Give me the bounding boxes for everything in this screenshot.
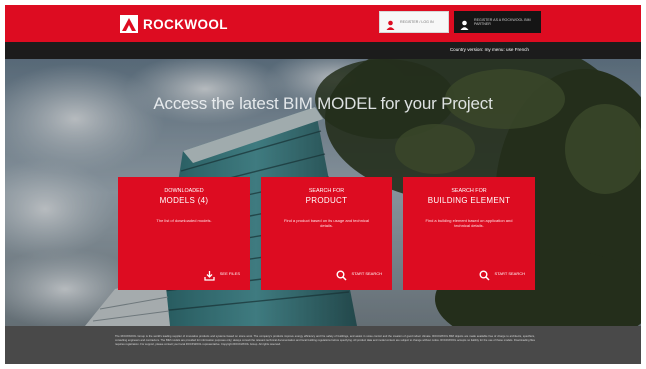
card-kicker: SEARCH FOR bbox=[308, 188, 345, 194]
start-search-product-link[interactable]: START SEARCH bbox=[336, 268, 382, 281]
user-icon bbox=[386, 17, 395, 30]
card-title: BUILDING ELEMENT bbox=[427, 196, 511, 205]
see-files-label: SEE FILES bbox=[219, 271, 240, 276]
card-downloaded-models[interactable]: DOWNLOADED MODELS (4) The list of downlo… bbox=[118, 177, 250, 290]
card-description: The list of downloaded models. bbox=[156, 218, 212, 223]
card-kicker: DOWNLOADED bbox=[164, 188, 204, 194]
start-search-building-element-link[interactable]: START SEARCH bbox=[479, 268, 525, 281]
user-icon bbox=[460, 17, 469, 30]
login-button-label: REGISTER / LOG IN bbox=[400, 20, 434, 24]
search-icon bbox=[479, 268, 490, 281]
bim-partner-button[interactable]: REGISTER AS A ROCKWOOL BIM PARTNER bbox=[454, 11, 541, 33]
page-frame: ROCKWOOL REGISTER / LOG IN REGISTER AS A… bbox=[5, 5, 641, 364]
site-header: ROCKWOOL REGISTER / LOG IN REGISTER AS A… bbox=[5, 5, 641, 42]
brand-logo[interactable]: ROCKWOOL bbox=[120, 14, 228, 34]
hero-title: Access the latest BIM MODEL for your Pro… bbox=[153, 94, 493, 113]
card-description: Find a product based on its usage and te… bbox=[284, 218, 369, 229]
see-files-link[interactable]: SEE FILES bbox=[204, 268, 240, 281]
brand-name: ROCKWOOL bbox=[143, 16, 228, 32]
hero-section: Access the latest BIM MODEL for your Pro… bbox=[5, 59, 641, 326]
card-search-building-element[interactable]: SEARCH FOR BUILDING ELEMENT Find a build… bbox=[403, 177, 535, 290]
start-search-label: START SEARCH bbox=[494, 271, 525, 276]
site-footer: The ROCKWOOL Group is the world's leadin… bbox=[5, 326, 641, 364]
card-title: PRODUCT bbox=[305, 196, 348, 205]
card-search-product[interactable]: SEARCH FOR PRODUCT Find a product based … bbox=[261, 177, 392, 290]
download-icon bbox=[204, 268, 215, 281]
rockwool-logo-icon bbox=[120, 15, 138, 33]
country-version-link[interactable]: Country version: my menu: use French bbox=[450, 47, 529, 52]
login-button[interactable]: REGISTER / LOG IN bbox=[379, 11, 449, 33]
card-title: MODELS (4) bbox=[159, 196, 209, 205]
start-search-label: START SEARCH bbox=[351, 271, 382, 276]
country-bar: Country version: my menu: use French bbox=[5, 42, 641, 59]
card-description: Find a building element based on applica… bbox=[425, 218, 513, 229]
footer-legal-text: The ROCKWOOL Group is the world's leadin… bbox=[115, 335, 535, 346]
card-kicker: SEARCH FOR bbox=[451, 188, 487, 194]
search-icon bbox=[336, 268, 347, 281]
bim-partner-button-label: REGISTER AS A ROCKWOOL BIM PARTNER bbox=[474, 18, 531, 26]
